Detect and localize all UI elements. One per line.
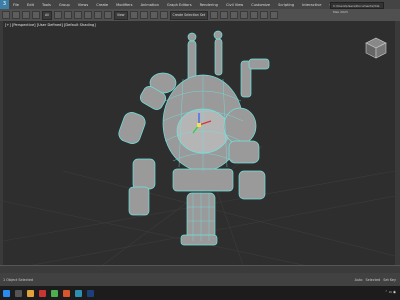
percent-snap-icon[interactable]	[159, 11, 168, 19]
set-key-button[interactable]: Set Key	[380, 278, 400, 282]
rotate-icon[interactable]	[93, 11, 102, 19]
menu-customize[interactable]: Customize	[247, 3, 274, 7]
antenna-tip-mid	[213, 30, 223, 40]
gizmo-center	[197, 123, 201, 127]
menu-scripting[interactable]: Scripting	[274, 3, 298, 7]
search-icon[interactable]	[15, 289, 22, 297]
scene-canvas[interactable]	[3, 21, 395, 265]
right-pod-lower	[228, 140, 260, 164]
left-leg	[128, 186, 150, 216]
auto-key-button[interactable]: Auto	[352, 278, 363, 282]
material-editor-icon[interactable]	[250, 11, 259, 19]
right-leg	[238, 170, 266, 200]
menu-tools[interactable]: Tools	[38, 3, 55, 7]
select-by-name-icon[interactable]	[63, 11, 72, 19]
redo-icon[interactable]	[12, 11, 20, 19]
menu-animation[interactable]: Animation	[137, 3, 163, 7]
app-logo-icon[interactable]: 3	[0, 0, 9, 9]
os-taskbar	[0, 286, 400, 300]
layers-icon[interactable]	[230, 11, 239, 19]
antenna-tip-left	[187, 32, 197, 42]
menu-modifiers[interactable]: Modifiers	[112, 3, 136, 7]
perspective-viewport[interactable]: [+] [Perspective] [User Defined] [Defaul…	[3, 21, 395, 265]
viewcube-icon[interactable]	[363, 35, 389, 61]
menu-edit[interactable]: Edit	[23, 3, 38, 7]
right-pod	[223, 107, 257, 145]
menu-create[interactable]: Create	[92, 3, 112, 7]
file-explorer-icon[interactable]	[27, 289, 34, 297]
antenna-mid	[214, 38, 223, 76]
chrome-icon[interactable]	[51, 289, 58, 297]
link-icon[interactable]	[22, 11, 30, 19]
photoshop-icon[interactable]	[87, 289, 94, 297]
selection-set-field[interactable]: Create Selection Set	[169, 10, 209, 20]
rect-selection-icon[interactable]	[73, 11, 82, 19]
left-forearm	[118, 112, 146, 144]
reference-coord-dropdown[interactable]: View	[113, 10, 128, 20]
waist-block	[172, 168, 234, 192]
front-foot	[180, 234, 218, 246]
unlink-icon[interactable]	[32, 11, 40, 19]
snap-icon[interactable]	[139, 11, 148, 19]
undo-icon[interactable]	[2, 11, 10, 19]
select-object-icon[interactable]	[53, 11, 62, 19]
firefox-icon[interactable]	[63, 289, 70, 297]
mirror-icon[interactable]	[210, 11, 219, 19]
selection-status: 1 Object Selected	[3, 277, 34, 282]
menu-rendering[interactable]: Rendering	[196, 3, 222, 7]
menu-interactive[interactable]: Interactive	[298, 3, 325, 7]
selected-dropdown[interactable]: Selected	[363, 278, 381, 282]
left-hip	[132, 158, 156, 190]
menu-civil-view[interactable]: Civil View	[222, 3, 247, 7]
selection-filter-dropdown[interactable]: All	[42, 10, 52, 20]
start-icon[interactable]	[3, 289, 10, 297]
angle-snap-icon[interactable]	[149, 11, 158, 19]
workspace-path-field[interactable]: C:\Users\Users\Documents\3ds Max 2023	[330, 2, 384, 14]
render-setup-icon[interactable]	[260, 11, 269, 19]
antenna-hook	[248, 58, 270, 70]
menu-group[interactable]: Group	[55, 3, 74, 7]
antenna-left	[187, 40, 197, 82]
command-panel[interactable]	[395, 21, 400, 265]
curve-editor-icon[interactable]	[240, 11, 249, 19]
menu-views[interactable]: Views	[74, 3, 92, 7]
scale-icon[interactable]	[103, 11, 112, 19]
move-icon[interactable]	[83, 11, 92, 19]
status-bar: 1 Object Selected Auto Selected Set Key	[0, 273, 400, 286]
robot-model[interactable]	[117, 30, 270, 246]
align-icon[interactable]	[220, 11, 229, 19]
render-icon[interactable]	[270, 11, 279, 19]
menu-file[interactable]: File	[9, 3, 23, 7]
edge-icon[interactable]	[39, 289, 46, 297]
system-tray[interactable]: ⌃ ▭ ◉	[385, 290, 396, 294]
3dsmax-icon[interactable]	[75, 289, 82, 297]
pivot-icon[interactable]	[129, 11, 138, 19]
menu-graph-editors[interactable]: Graph Editors	[163, 3, 196, 7]
